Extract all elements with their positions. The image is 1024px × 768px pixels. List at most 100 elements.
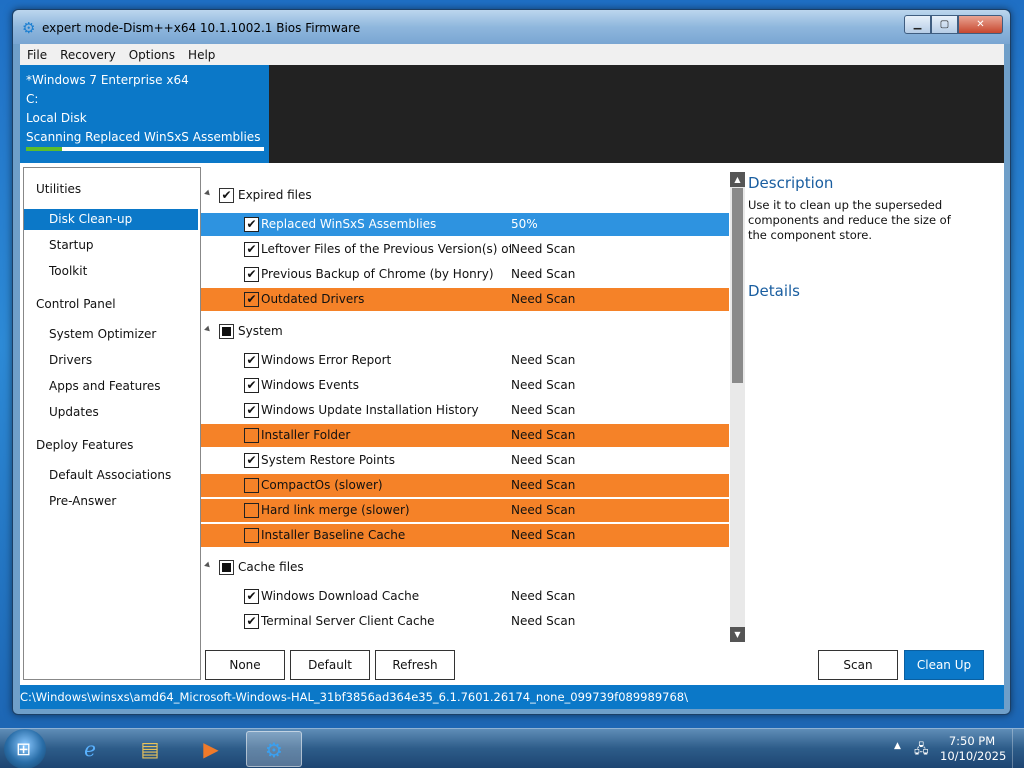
- show-hidden-icons-icon[interactable]: ▲: [894, 741, 901, 751]
- group-cache-files[interactable]: Cache files: [201, 555, 729, 580]
- group-label: Expired files: [238, 188, 312, 202]
- item-label: Windows Update Installation History: [261, 403, 479, 417]
- scroll-thumb[interactable]: [732, 188, 743, 383]
- item-status: Need Scan: [511, 428, 576, 442]
- disk-name: Local Disk: [26, 111, 87, 125]
- start-button[interactable]: ⊞: [4, 729, 46, 768]
- sidebar-item-apps-features[interactable]: Apps and Features: [24, 376, 198, 397]
- item-checkbox[interactable]: [244, 428, 259, 443]
- maximize-button[interactable]: ▢: [931, 15, 958, 34]
- group-system[interactable]: System: [201, 319, 729, 344]
- list-item[interactable]: ✔ Previous Backup of Chrome (by Honry) N…: [201, 263, 729, 286]
- scroll-down-arrow-icon[interactable]: ▼: [730, 627, 745, 642]
- item-checkbox[interactable]: [244, 528, 259, 543]
- sidebar-category-deploy-features: Deploy Features: [36, 438, 134, 452]
- refresh-button[interactable]: Refresh: [375, 650, 455, 680]
- item-checkbox[interactable]: [244, 503, 259, 518]
- sidebar-category-control-panel: Control Panel: [36, 297, 116, 311]
- item-status: Need Scan: [511, 614, 576, 628]
- item-checkbox[interactable]: [244, 478, 259, 493]
- scan-progress-fill: [26, 147, 62, 151]
- item-label: Previous Backup of Chrome (by Honry): [261, 267, 494, 281]
- item-checkbox[interactable]: ✔: [244, 217, 259, 232]
- sidebar-item-updates[interactable]: Updates: [24, 402, 198, 423]
- image-list-area: [269, 65, 1004, 163]
- sidebar-item-drivers[interactable]: Drivers: [24, 350, 198, 371]
- sidebar-item-pre-answer[interactable]: Pre-Answer: [24, 491, 198, 512]
- item-checkbox[interactable]: ✔: [244, 353, 259, 368]
- menu-recovery[interactable]: Recovery: [60, 48, 116, 62]
- list-item[interactable]: Installer Folder Need Scan: [201, 424, 729, 447]
- group-checkbox[interactable]: [219, 324, 234, 339]
- image-info-panel[interactable]: *Windows 7 Enterprise x64 C: Local Disk …: [20, 65, 269, 163]
- menu-options[interactable]: Options: [129, 48, 175, 62]
- item-checkbox[interactable]: ✔: [244, 403, 259, 418]
- item-label: Windows Error Report: [261, 353, 392, 367]
- item-checkbox[interactable]: ✔: [244, 378, 259, 393]
- menu-file[interactable]: File: [27, 48, 47, 62]
- item-checkbox[interactable]: ✔: [244, 589, 259, 604]
- item-label: Replaced WinSxS Assemblies: [261, 217, 437, 231]
- clock[interactable]: 7:50 PM 10/10/2025: [940, 734, 1006, 764]
- sidebar: Utilities Disk Clean-up Startup Toolkit …: [23, 167, 201, 680]
- group-expired-files[interactable]: ✔ Expired files: [201, 183, 729, 208]
- item-label: Windows Events: [261, 378, 360, 392]
- list-scrollbar[interactable]: ▲ ▼: [730, 172, 745, 642]
- media-player-icon[interactable]: ▶: [183, 731, 239, 767]
- network-icon[interactable]: 🖧: [914, 740, 929, 762]
- list-item[interactable]: ✔ Windows Error Report Need Scan: [201, 349, 729, 372]
- list-item[interactable]: ✔ Outdated Drivers Need Scan: [201, 288, 729, 311]
- list-item[interactable]: ✔ System Restore Points Need Scan: [201, 449, 729, 472]
- group-checkbox[interactable]: ✔: [219, 188, 234, 203]
- item-checkbox[interactable]: ✔: [244, 453, 259, 468]
- close-button[interactable]: ✕: [958, 15, 1003, 34]
- scan-button[interactable]: Scan: [818, 650, 898, 680]
- list-item[interactable]: Hard link merge (slower) Need Scan: [201, 499, 729, 522]
- collapse-arrow-icon[interactable]: [204, 325, 212, 334]
- none-button[interactable]: None: [205, 650, 285, 680]
- title-bar[interactable]: ⚙ expert mode-Dism++x64 10.1.1002.1 Bios…: [13, 10, 1010, 44]
- sidebar-item-toolkit[interactable]: Toolkit: [24, 261, 198, 282]
- drive-letter: C:: [26, 92, 39, 106]
- sidebar-item-system-optimizer[interactable]: System Optimizer: [24, 324, 198, 345]
- show-desktop-button[interactable]: [1012, 729, 1024, 768]
- details-title: Details: [748, 282, 801, 300]
- window-title: expert mode-Dism++x64 10.1.1002.1 Bios F…: [42, 21, 361, 35]
- internet-explorer-icon[interactable]: ℯ: [62, 731, 118, 767]
- menu-help[interactable]: Help: [188, 48, 215, 62]
- item-checkbox[interactable]: ✔: [244, 292, 259, 307]
- client-area: File Recovery Options Help *Windows 7 En…: [20, 44, 1004, 709]
- sidebar-item-disk-cleanup[interactable]: Disk Clean-up: [24, 209, 198, 230]
- default-button[interactable]: Default: [290, 650, 370, 680]
- list-item[interactable]: Installer Baseline Cache Need Scan: [201, 524, 729, 547]
- item-checkbox[interactable]: ✔: [244, 242, 259, 257]
- list-item[interactable]: ✔ Windows Events Need Scan: [201, 374, 729, 397]
- item-label: Hard link merge (slower): [261, 503, 410, 517]
- minimize-button[interactable]: ▁: [904, 15, 931, 34]
- file-explorer-icon[interactable]: ▤: [122, 731, 178, 767]
- gear-app-icon: ⚙: [22, 19, 36, 37]
- item-label: Installer Folder: [261, 428, 351, 442]
- list-item[interactable]: ✔ Terminal Server Client Cache Need Scan: [201, 610, 729, 633]
- item-checkbox[interactable]: ✔: [244, 267, 259, 282]
- item-checkbox[interactable]: ✔: [244, 614, 259, 629]
- list-item[interactable]: ✔ Replaced WinSxS Assemblies 50%: [201, 213, 729, 236]
- item-status: Need Scan: [511, 503, 576, 517]
- sidebar-item-default-associations[interactable]: Default Associations: [24, 465, 198, 486]
- os-name: *Windows 7 Enterprise x64: [26, 73, 189, 87]
- clean-up-button[interactable]: Clean Up: [904, 650, 984, 680]
- scroll-up-arrow-icon[interactable]: ▲: [730, 172, 745, 187]
- list-item[interactable]: CompactOs (slower) Need Scan: [201, 474, 729, 497]
- collapse-arrow-icon[interactable]: [204, 561, 212, 570]
- collapse-arrow-icon[interactable]: [204, 189, 212, 198]
- list-item[interactable]: ✔ Windows Update Installation History Ne…: [201, 399, 729, 422]
- list-item[interactable]: ✔ Leftover Files of the Previous Version…: [201, 238, 729, 261]
- item-status: Need Scan: [511, 528, 576, 542]
- list-item[interactable]: ✔ Windows Download Cache Need Scan: [201, 585, 729, 608]
- item-status: Need Scan: [511, 292, 576, 306]
- group-checkbox[interactable]: [219, 560, 234, 575]
- item-status: Need Scan: [511, 589, 576, 603]
- dism-taskbar-icon[interactable]: ⚙: [246, 731, 302, 767]
- sidebar-item-startup[interactable]: Startup: [24, 235, 198, 256]
- description-panel: Description Use it to clean up the super…: [748, 174, 998, 243]
